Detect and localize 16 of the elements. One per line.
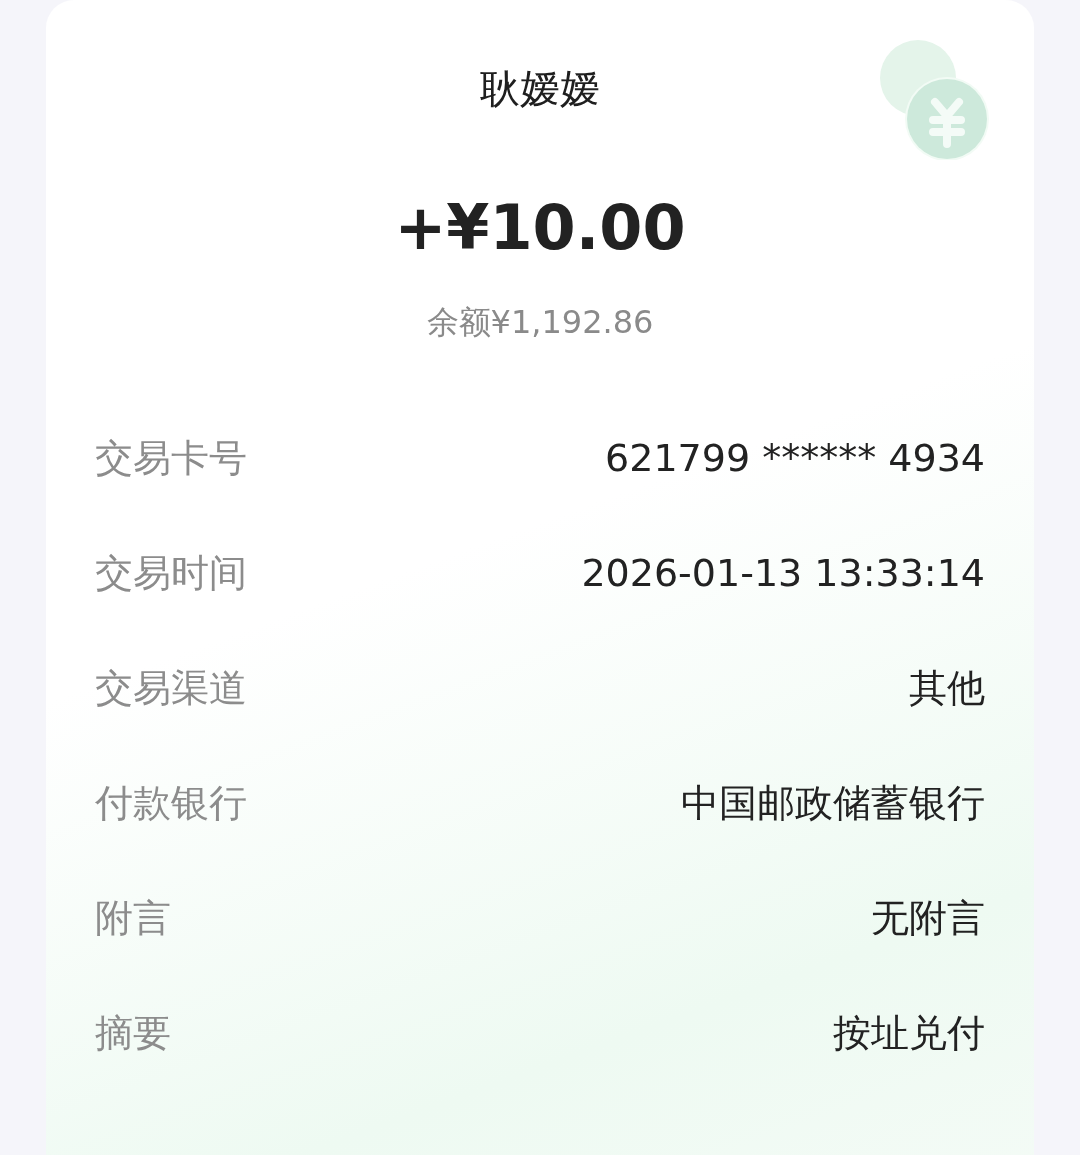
detail-value: 无附言 (871, 894, 985, 942)
detail-value: 其他 (909, 664, 985, 712)
detail-label: 摘要 (95, 1009, 171, 1057)
detail-value: 中国邮政储蓄银行 (681, 779, 985, 827)
detail-value: 2026-01-13 13:33:14 (581, 551, 985, 595)
detail-value: 按址兑付 (833, 1009, 985, 1057)
detail-label: 交易渠道 (95, 664, 247, 712)
coin-icon (880, 40, 990, 160)
balance: 余额¥1,192.86 (426, 302, 654, 343)
detail-label: 交易时间 (95, 549, 247, 597)
detail-value: 621799 ****** 4934 (605, 436, 985, 480)
payer-name: 耿嫒嫒 (480, 64, 600, 113)
detail-label: 附言 (95, 894, 171, 942)
detail-label: 交易卡号 (95, 434, 247, 482)
detail-label: 付款银行 (95, 779, 247, 827)
amount: +¥10.00 (394, 190, 686, 266)
